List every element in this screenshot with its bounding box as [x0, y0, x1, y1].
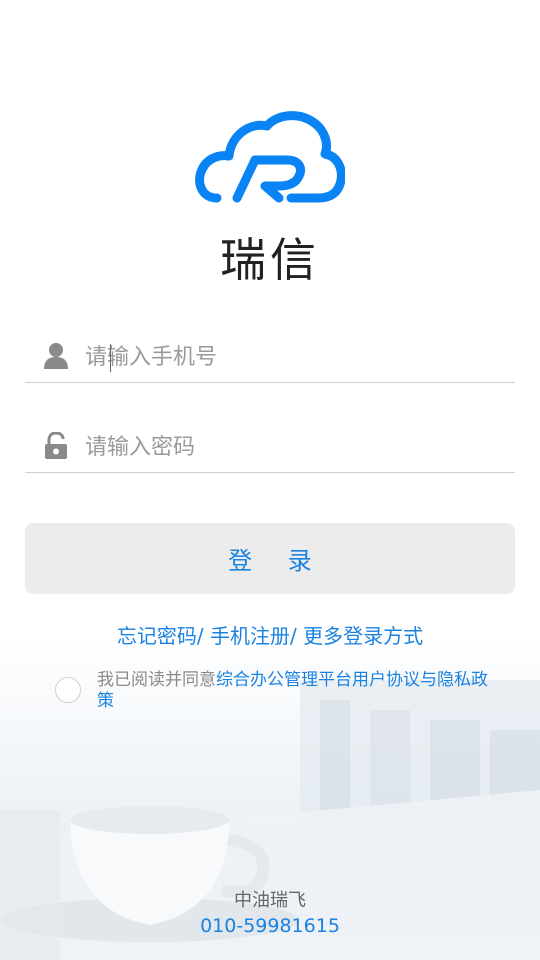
app-name: 瑞信: [220, 233, 320, 287]
agreement-checkbox[interactable]: [55, 677, 81, 703]
login-button[interactable]: 登 录: [25, 523, 515, 594]
agreement-text: 我已阅读并同意综合办公管理平台用户协议与隐私政策: [97, 670, 497, 712]
user-icon: [43, 342, 69, 370]
login-links: 忘记密码/ 手机注册/ 更多登录方式: [0, 620, 540, 649]
more-login-link[interactable]: 更多登录方式: [303, 624, 423, 648]
unlock-icon: [43, 431, 69, 460]
forgot-password-link[interactable]: 忘记密码/: [117, 624, 204, 648]
app-logo-cloud-icon: [195, 110, 346, 210]
password-field[interactable]: [25, 422, 515, 473]
password-input[interactable]: [85, 428, 505, 466]
login-screen: 瑞信 登 录 忘记密码/ 手机注册/ 更多登录方式 我已: [0, 0, 540, 960]
phone-field[interactable]: [25, 332, 515, 383]
support-phone-link[interactable]: 010-59981615: [0, 915, 540, 937]
phone-input[interactable]: [85, 338, 505, 376]
agreement-prefix: 我已阅读并同意: [97, 670, 216, 690]
register-link[interactable]: 手机注册/: [210, 624, 297, 648]
company-name: 中油瑞飞: [234, 890, 306, 911]
text-cursor: [110, 344, 111, 372]
